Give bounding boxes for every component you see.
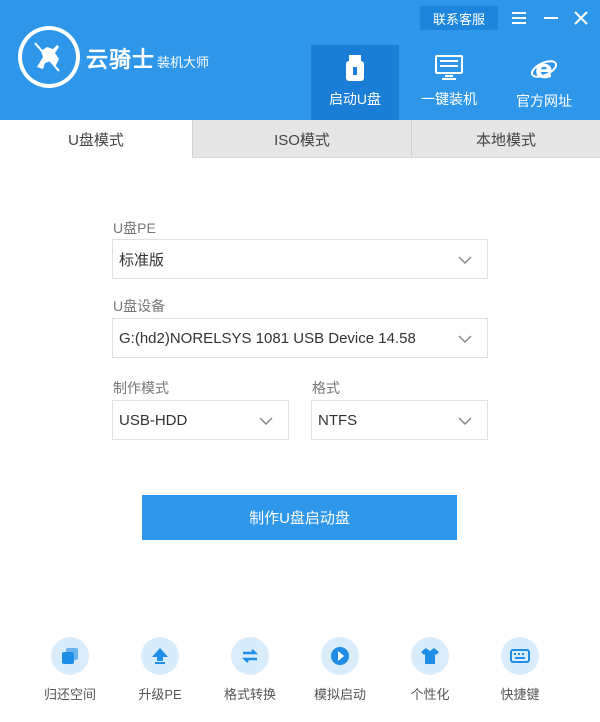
chevron-down-icon [458, 256, 472, 265]
menu-icon[interactable] [508, 8, 530, 28]
nav-tab-one-click-install[interactable]: 一键装机 [405, 45, 493, 120]
format-select[interactable]: NTFS [311, 400, 488, 440]
nav-tab-label: 官方网址 [516, 93, 572, 109]
simulate-boot-icon [321, 637, 359, 675]
nav-tab-label: 启动U盘 [328, 91, 382, 107]
app-header: 云骑士 装机大师 联系客服 启动U盘 一键装机 e 官方网址 [0, 0, 600, 120]
knight-logo-icon [18, 26, 80, 88]
tool-label: 格式转换 [223, 687, 276, 702]
brand-subtitle: 装机大师 [157, 55, 210, 70]
keyboard-icon [501, 637, 539, 675]
tool-upgrade-pe[interactable]: 升级PE [120, 637, 200, 703]
tool-format-convert[interactable]: 格式转换 [210, 637, 290, 703]
tool-label: 归还空间 [43, 687, 96, 702]
ie-browser-icon: e [530, 55, 558, 83]
tool-personalize[interactable]: 个性化 [390, 637, 470, 703]
svg-text:e: e [535, 55, 553, 83]
tshirt-icon [411, 637, 449, 675]
chevron-down-icon [259, 417, 273, 426]
brand: 云骑士 装机大师 [86, 42, 209, 74]
mode-select[interactable]: USB-HDD [112, 400, 289, 440]
monitor-icon [435, 55, 463, 80]
tab-iso-mode[interactable]: ISO模式 [193, 120, 411, 158]
pe-label: U盘PE [113, 220, 156, 236]
usb-icon [346, 55, 364, 81]
tab-local-mode[interactable]: 本地模式 [412, 120, 600, 158]
nav-tab-official-site[interactable]: e 官方网址 [500, 45, 588, 120]
close-icon[interactable] [570, 8, 592, 28]
tool-label: 个性化 [410, 687, 450, 702]
restore-space-icon [51, 637, 89, 675]
mode-tabs: U盘模式 ISO模式 本地模式 [0, 120, 600, 159]
device-select[interactable]: G:(hd2)NORELSYS 1081 USB Device 14.58 [112, 318, 488, 358]
mode-label: 制作模式 [113, 380, 169, 396]
device-value: G:(hd2)NORELSYS 1081 USB Device 14.58 [119, 329, 416, 347]
tab-usb-mode[interactable]: U盘模式 [0, 120, 192, 159]
pe-value: 标准版 [119, 251, 165, 269]
pe-select[interactable]: 标准版 [112, 239, 488, 279]
chevron-down-icon [458, 417, 472, 426]
chevron-down-icon [458, 335, 472, 344]
tool-label: 模拟启动 [313, 687, 366, 702]
nav-tab-label: 一键装机 [421, 91, 477, 107]
device-label: U盘设备 [113, 298, 166, 314]
upgrade-icon [141, 637, 179, 675]
make-usb-boot-disk-button[interactable]: 制作U盘启动盘 [142, 495, 457, 540]
format-label: 格式 [312, 380, 340, 396]
tool-restore-space[interactable]: 归还空间 [30, 637, 110, 703]
convert-icon [231, 637, 269, 675]
minimize-icon[interactable] [540, 8, 562, 28]
contact-service-button[interactable]: 联系客服 [420, 6, 498, 30]
tool-shortcut-keys[interactable]: 快捷键 [480, 637, 560, 703]
brand-name: 云骑士 [86, 47, 156, 72]
tool-label: 升级PE [138, 687, 182, 702]
mode-value: USB-HDD [119, 411, 188, 429]
nav-tab-usb-boot[interactable]: 启动U盘 [311, 45, 399, 120]
tool-simulate-boot[interactable]: 模拟启动 [300, 637, 380, 703]
format-value: NTFS [318, 411, 358, 429]
tool-label: 快捷键 [500, 687, 540, 702]
